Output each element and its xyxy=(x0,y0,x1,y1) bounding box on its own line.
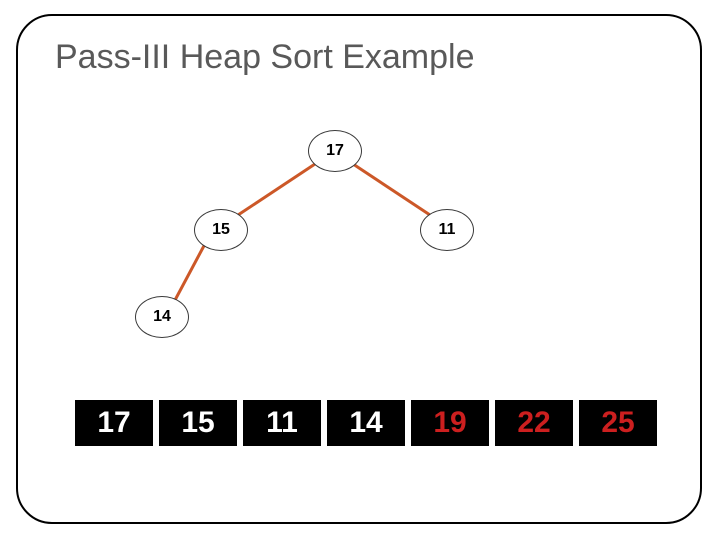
edge-left-leftleft xyxy=(174,242,206,302)
tree-node-left: 15 xyxy=(194,209,248,251)
tree-edges xyxy=(0,0,720,540)
tree-node-left-left: 14 xyxy=(135,296,189,338)
tree-node-right: 11 xyxy=(420,209,474,251)
edge-root-right xyxy=(350,162,430,215)
edge-root-left xyxy=(238,162,318,215)
tree-node-root: 17 xyxy=(308,130,362,172)
